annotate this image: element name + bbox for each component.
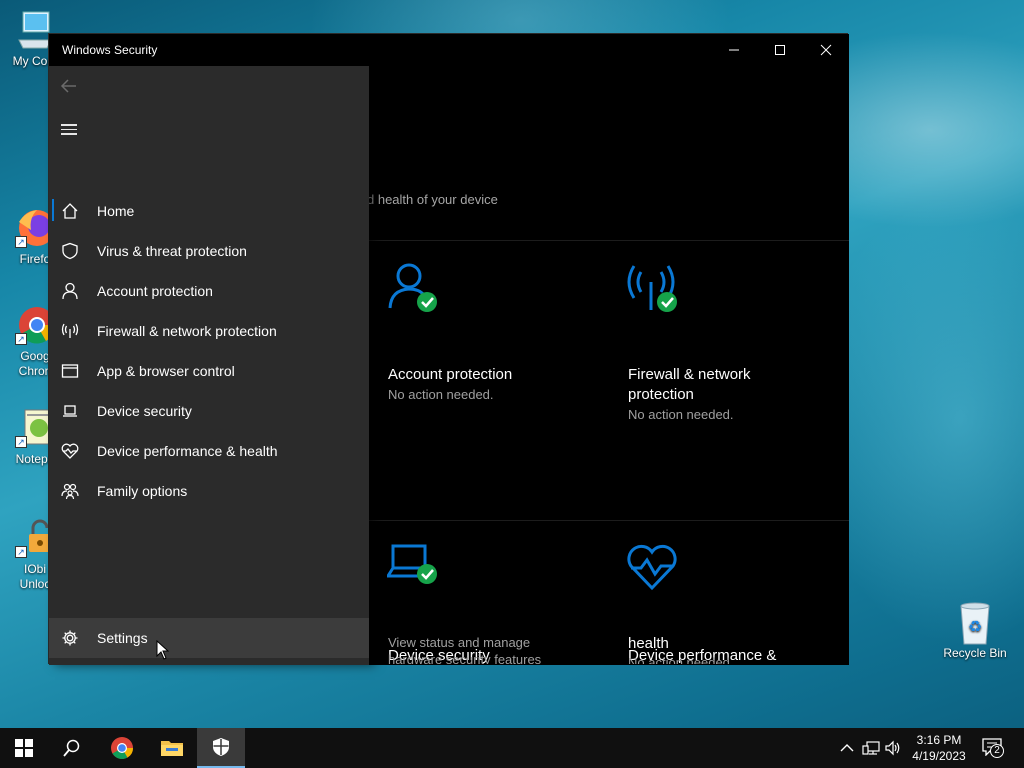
tile-account-protection[interactable]: Account protection No action needed. xyxy=(379,262,599,492)
tile-description: View status and manage xyxy=(388,635,531,650)
minimize-icon xyxy=(729,49,739,51)
nav-item-label: Home xyxy=(97,203,135,219)
nav-item-settings[interactable]: Settings xyxy=(49,618,369,658)
nav-item-label: Device security xyxy=(97,403,192,419)
tile-title-continued: health xyxy=(628,635,669,652)
search-button[interactable] xyxy=(48,728,96,768)
account-protection-icon xyxy=(388,263,437,312)
mouse-cursor-icon xyxy=(156,640,170,660)
nav-item-label: App & browser control xyxy=(97,363,235,379)
nav-item-home[interactable]: Home xyxy=(49,191,369,231)
volume-icon[interactable] xyxy=(884,740,902,756)
page-subtitle: d health of your device xyxy=(367,192,498,207)
window-title: Windows Security xyxy=(62,43,158,57)
action-center-button[interactable]: 2 xyxy=(982,738,1006,760)
shortcut-arrow-icon: ↗ xyxy=(15,333,27,345)
clock-time: 3:16 PM xyxy=(916,733,962,747)
tile-divider xyxy=(369,520,849,521)
gear-icon xyxy=(62,630,78,646)
nav-item-label: Firewall & network protection xyxy=(97,323,277,339)
nav-item-account-protection[interactable]: Account protection xyxy=(49,271,369,311)
tile-status: No action needed. xyxy=(628,407,734,422)
tile-firewall-network-protection[interactable]: Firewall & network protection No action … xyxy=(619,262,839,492)
network-icon[interactable] xyxy=(862,740,880,756)
chrome-icon xyxy=(111,737,133,759)
minimize-button[interactable] xyxy=(711,34,757,66)
desktop-icon-label: Recycle Bin xyxy=(943,646,1007,660)
nav-item-device-performance-health[interactable]: Device performance & health xyxy=(49,431,369,471)
nav-item-label: Settings xyxy=(97,630,148,646)
clock-date: 4/19/2023 xyxy=(912,749,966,763)
heart-icon xyxy=(61,443,79,459)
nav-item-label: Virus & threat protection xyxy=(97,243,247,259)
nav-item-label: Device performance & health xyxy=(97,443,278,459)
maximize-button[interactable] xyxy=(757,34,803,66)
clock[interactable]: 3:16 PM 4/19/2023 xyxy=(908,732,970,764)
nav-item-label: Account protection xyxy=(97,283,213,299)
tile-title: Firewall & network xyxy=(628,366,751,383)
laptop-icon xyxy=(63,405,77,417)
laptop-icon xyxy=(387,544,437,584)
heart-icon xyxy=(627,544,677,591)
maximize-icon xyxy=(775,45,785,55)
recycle-bin-icon: ♻ xyxy=(955,602,995,645)
nav-item-firewall-network-protection[interactable]: Firewall & network protection xyxy=(49,311,369,351)
shield-icon xyxy=(62,242,78,260)
tile-status: No action needed. xyxy=(628,655,734,664)
nav-item-virus-threat-protection[interactable]: Virus & threat protection xyxy=(49,231,369,271)
back-arrow-icon xyxy=(60,79,76,93)
windows-security-window: Windows Security d health of your device… xyxy=(48,33,849,665)
windows-logo-icon xyxy=(15,739,33,757)
windows-security-taskbar-button[interactable] xyxy=(197,728,245,768)
nav-item-label: Family options xyxy=(97,483,188,499)
antenna-icon xyxy=(61,323,79,338)
person-icon xyxy=(62,282,78,300)
shortcut-arrow-icon: ↗ xyxy=(15,546,27,558)
notification-count-badge: 2 xyxy=(990,744,1004,758)
folder-icon xyxy=(161,741,183,756)
search-icon xyxy=(63,739,80,757)
navigation-pane: Home Virus & threat protection Account p… xyxy=(49,66,369,665)
tile-title-continued: protection xyxy=(628,386,694,403)
shortcut-arrow-icon: ↗ xyxy=(15,436,27,448)
tile-title: Account protection xyxy=(388,366,513,383)
chevron-up-icon[interactable] xyxy=(838,740,856,756)
antenna-icon xyxy=(627,265,677,312)
svg-text:♻: ♻ xyxy=(968,617,982,636)
nav-item-device-security[interactable]: Device security xyxy=(49,391,369,431)
start-button[interactable] xyxy=(0,728,48,768)
tile-status: No action needed. xyxy=(388,387,494,402)
desktop-icon-recycle-bin[interactable]: ♻ Recycle Bin xyxy=(936,602,1014,661)
hamburger-icon xyxy=(61,124,77,126)
close-icon xyxy=(820,44,832,56)
chrome-taskbar-button[interactable] xyxy=(98,728,146,768)
nav-item-family-options[interactable]: Family options xyxy=(49,471,369,511)
file-explorer-taskbar-button[interactable] xyxy=(148,728,196,768)
tile-divider xyxy=(369,240,849,241)
taskbar: 3:16 PM 4/19/2023 2 xyxy=(0,728,1024,768)
tile-description-continued: hardware security features xyxy=(388,652,542,664)
title-bar[interactable]: Windows Security xyxy=(49,34,849,66)
back-button[interactable] xyxy=(57,74,81,98)
shortcut-arrow-icon: ↗ xyxy=(15,236,27,248)
nav-item-app-browser-control[interactable]: App & browser control xyxy=(49,351,369,391)
hamburger-menu-button[interactable] xyxy=(61,124,77,136)
shield-icon xyxy=(213,738,229,756)
browser-window-icon xyxy=(61,364,79,378)
home-icon xyxy=(62,203,78,219)
close-button[interactable] xyxy=(803,34,849,66)
family-icon xyxy=(61,483,79,500)
